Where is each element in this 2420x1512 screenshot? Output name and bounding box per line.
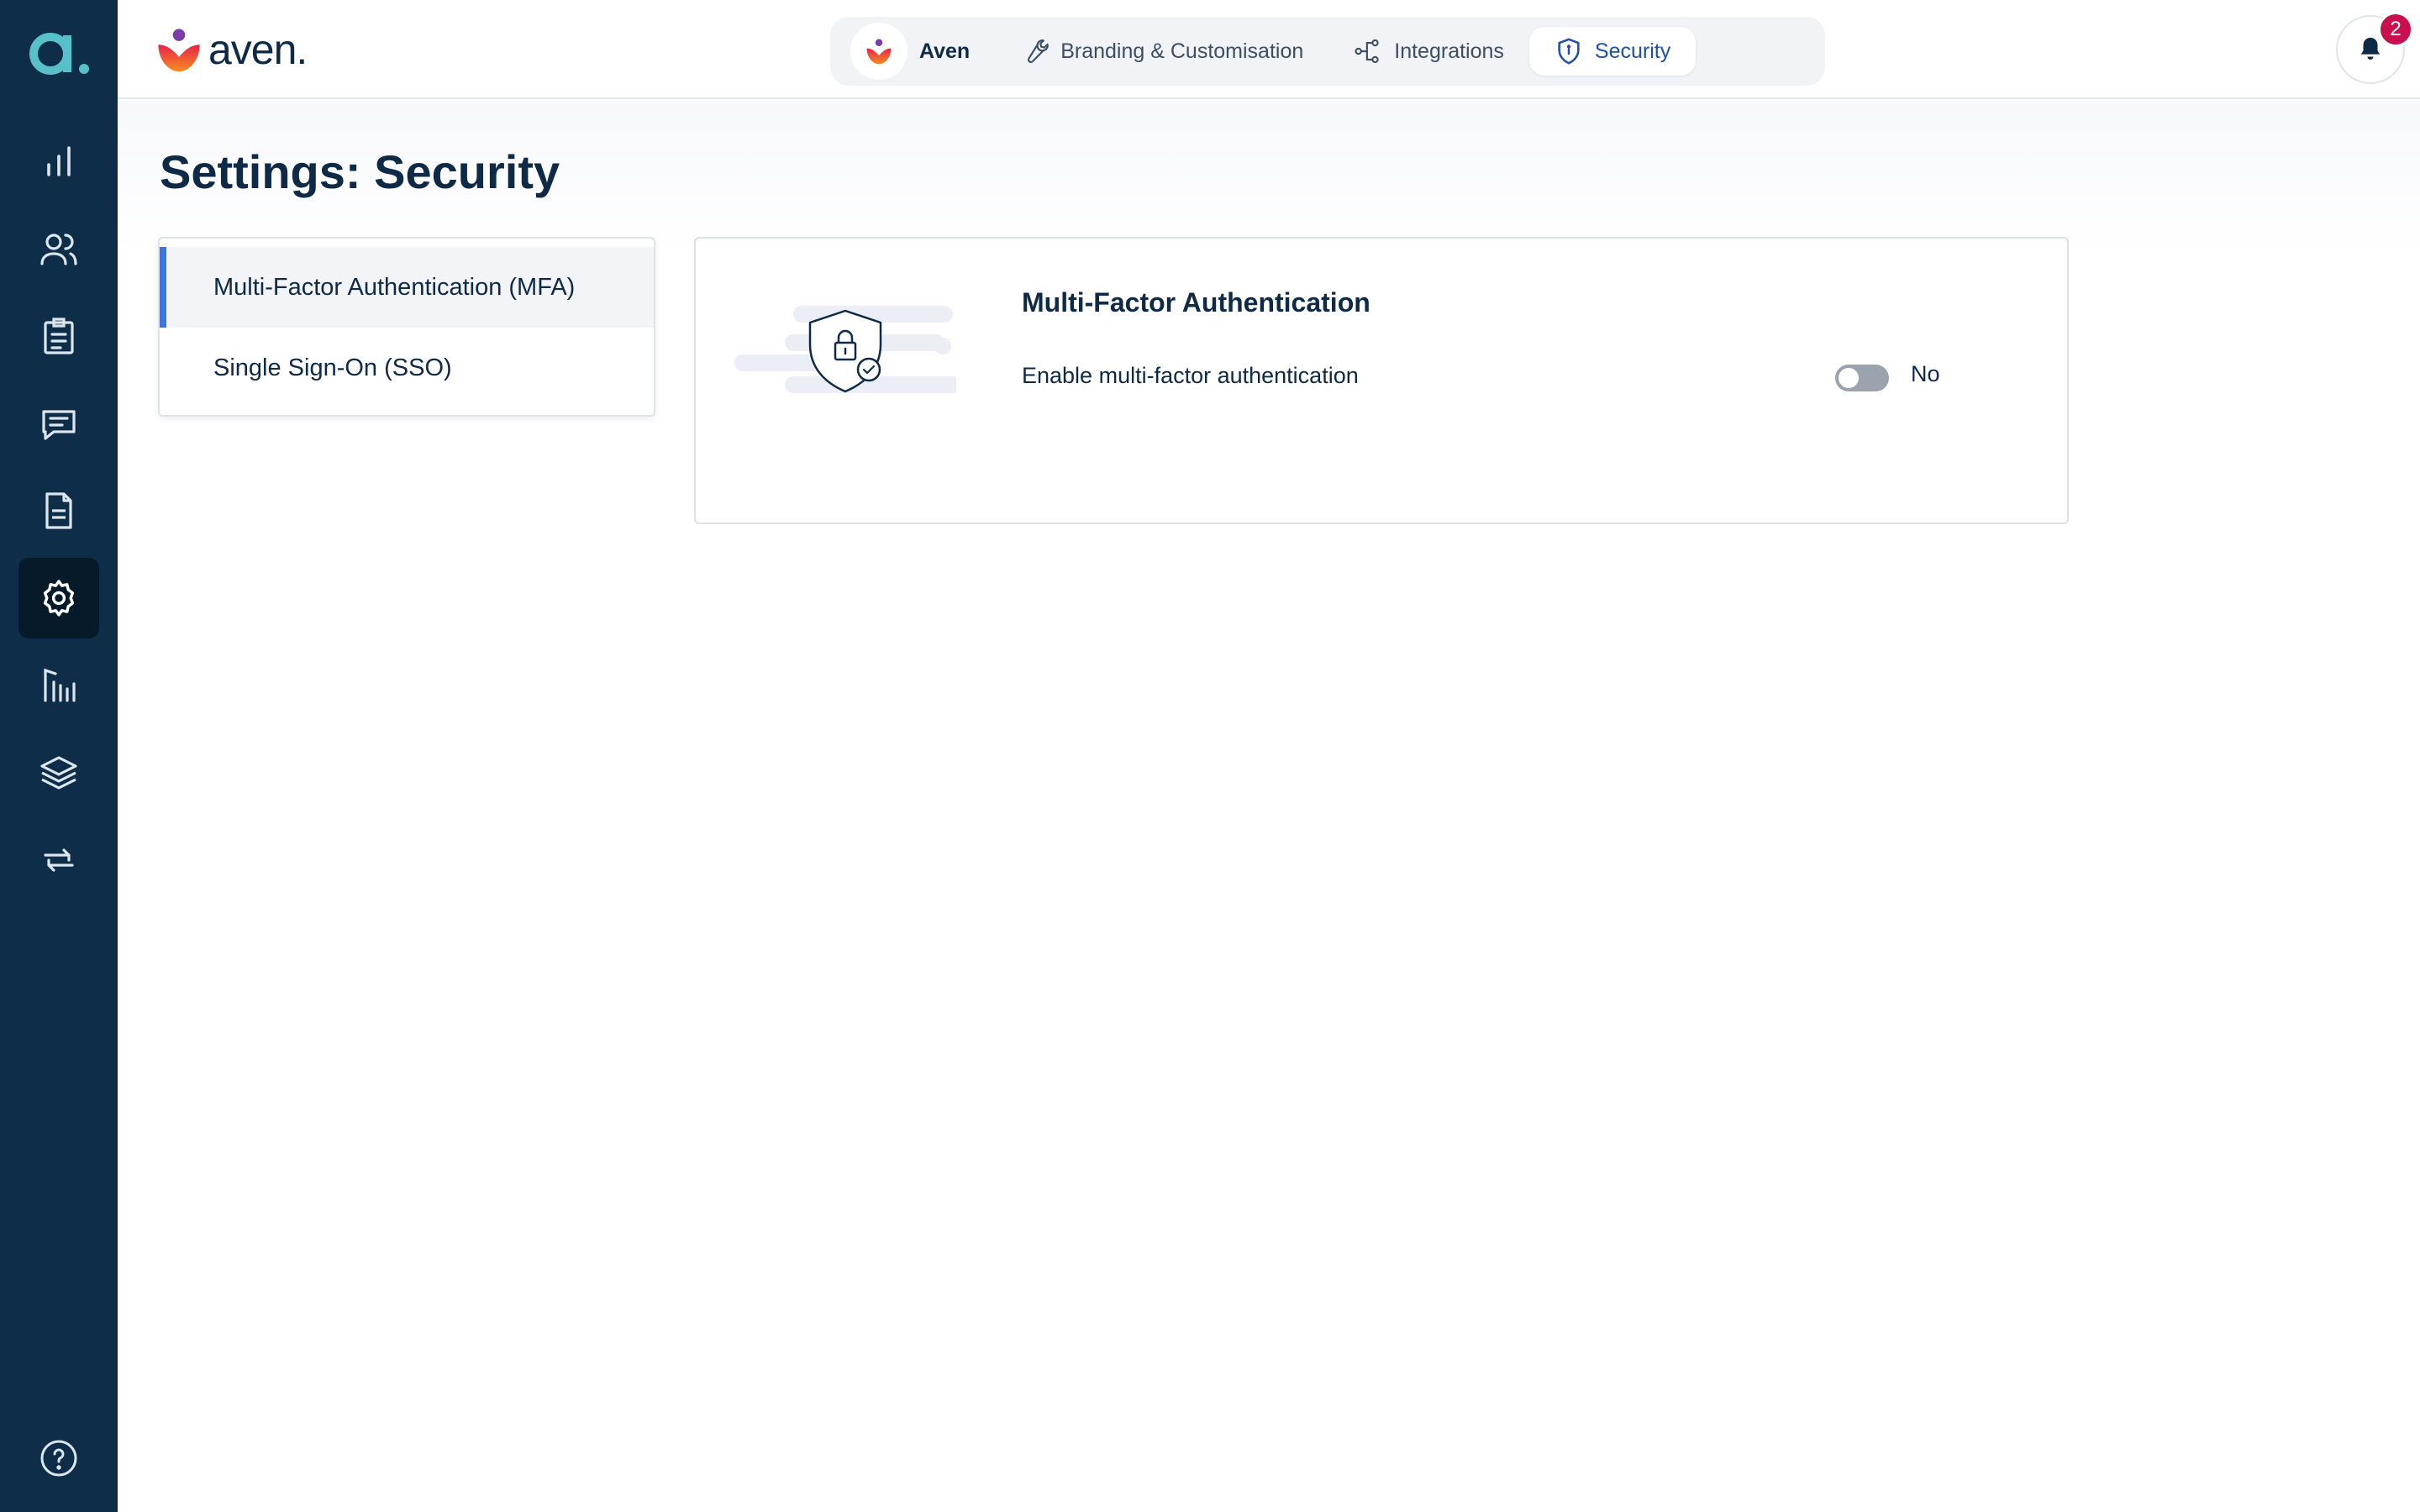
users-nav-button[interactable] [18, 208, 99, 289]
layers-nav-button[interactable] [18, 732, 99, 813]
users-icon [40, 234, 77, 265]
subnav-item-mfa[interactable]: Multi-Factor Authentication (MFA) [160, 247, 654, 328]
side-rail [0, 0, 118, 1512]
mfa-toggle-state: No [1911, 361, 1940, 386]
security-subnav: Multi-Factor Authentication (MFA) Single… [158, 237, 655, 417]
messages-nav-button[interactable] [18, 383, 99, 464]
tab-label: Integrations [1394, 39, 1504, 63]
shield-icon [1558, 38, 1580, 65]
tab-aven[interactable]: Aven [844, 23, 995, 80]
sync-icon [44, 848, 74, 872]
subnav-item-sso[interactable]: Single Sign-On (SSO) [160, 328, 654, 408]
layers-icon [40, 756, 77, 790]
tasks-nav-button[interactable] [18, 296, 99, 376]
integrations-icon [1355, 39, 1379, 64]
tab-integrations[interactable]: Integrations [1328, 27, 1529, 76]
reports-nav-button[interactable] [18, 645, 99, 726]
top-header: aven. Aven Branding & Customisation Inte… [118, 0, 2420, 99]
documents-nav-button[interactable] [18, 470, 99, 551]
tab-label: Security [1594, 39, 1671, 63]
reports-icon [44, 668, 76, 702]
clipboard-icon [44, 318, 74, 354]
aven-logo-icon [158, 29, 200, 72]
tab-security[interactable]: Security [1528, 27, 1697, 76]
settings-nav-button[interactable] [18, 558, 99, 638]
mfa-toggle[interactable] [1835, 365, 1889, 391]
aven-logo-icon [850, 23, 908, 80]
wrench-icon [1028, 39, 1050, 63]
chat-icon [42, 410, 76, 440]
mfa-card: Multi-Factor Authentication Enable multi… [694, 237, 2069, 524]
help-circle-icon [40, 1440, 77, 1477]
sync-nav-button[interactable] [18, 820, 99, 900]
gear-icon [43, 580, 75, 617]
app-logo-icon[interactable] [25, 24, 92, 82]
tab-label: Aven [919, 39, 971, 63]
tab-branding[interactable]: Branding & Customisation [995, 27, 1328, 76]
page-title-section: Security [374, 145, 560, 198]
notification-badge: 2 [2378, 12, 2413, 47]
brand-logo[interactable]: aven. [155, 24, 308, 76]
mfa-setting-label: Enable multi-factor authentication [1022, 363, 1359, 388]
help-button[interactable] [18, 1418, 99, 1499]
mfa-card-title: Multi-Factor Authentication [1022, 287, 1370, 318]
document-icon [45, 492, 72, 529]
page-title: Settings: Security [160, 144, 560, 199]
settings-tab-bar: Aven Branding & Customisation Integratio… [830, 17, 1825, 86]
dashboard-nav-button[interactable] [18, 121, 99, 202]
shield-lock-icon [734, 306, 961, 398]
page-title-prefix: Settings: [160, 145, 361, 198]
main-content: Settings: Security Multi-Factor Authenti… [118, 101, 2420, 1512]
bar-chart-icon [47, 146, 71, 176]
toggle-knob [1839, 368, 1859, 388]
brand-name: aven. [208, 26, 308, 73]
tab-label: Branding & Customisation [1060, 39, 1304, 63]
